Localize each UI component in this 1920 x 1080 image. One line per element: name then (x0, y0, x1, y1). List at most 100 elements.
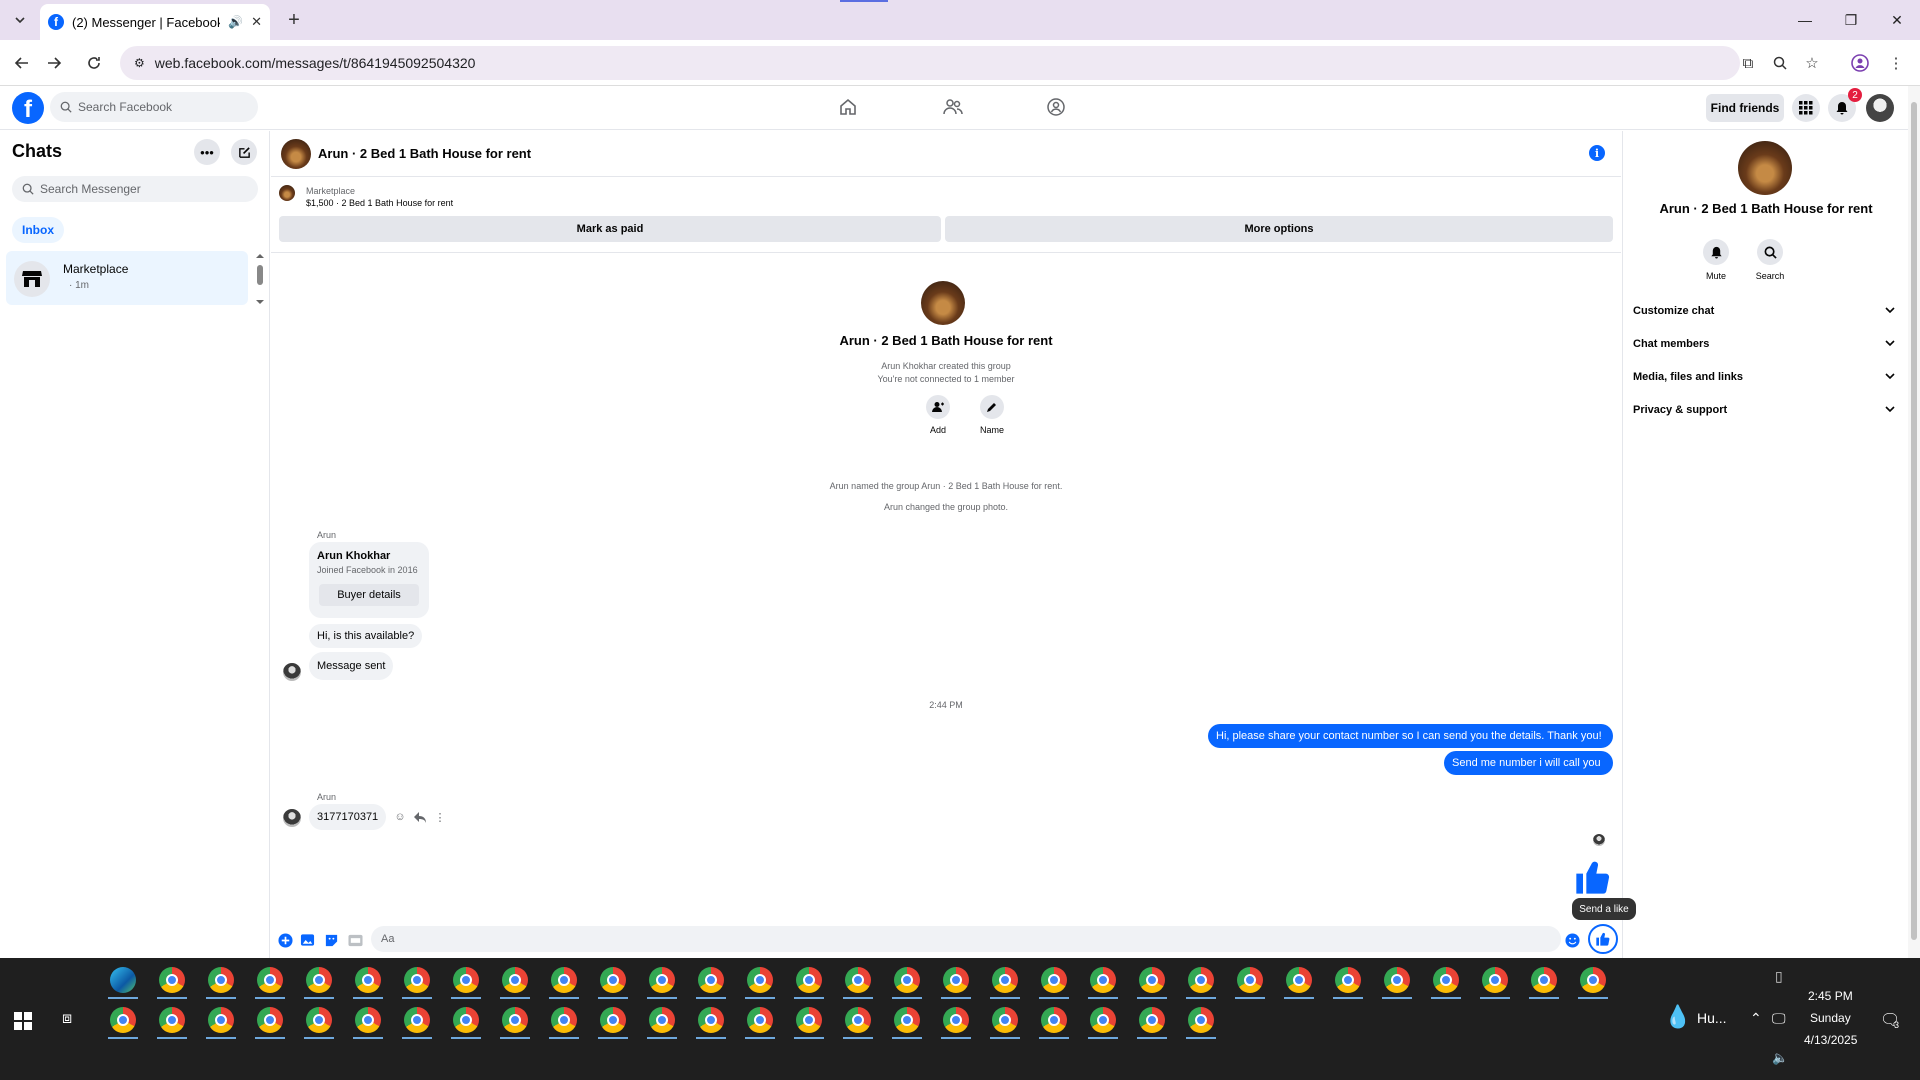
gif-icon[interactable] (347, 932, 363, 948)
page-scrollbar-thumb[interactable] (1911, 102, 1917, 940)
emoji-icon[interactable] (1564, 932, 1580, 948)
chrome-window-icon[interactable] (1041, 1007, 1067, 1033)
chat-list-item-marketplace[interactable]: Marketplace · 1m (6, 251, 248, 305)
chrome-window-icon[interactable] (306, 967, 332, 993)
chrome-window-icon[interactable] (257, 967, 283, 993)
group-avatar[interactable] (281, 139, 311, 169)
conversation-title[interactable]: Arun · 2 Bed 1 Bath House for rent (318, 146, 531, 161)
browser-tab-messenger[interactable]: f (2) Messenger | Facebook 🔊 ✕ (40, 4, 270, 40)
forward-icon[interactable] (42, 51, 66, 75)
chrome-window-icon[interactable] (306, 1007, 332, 1033)
info-icon[interactable]: i (1589, 145, 1605, 161)
chat-list-scrollbar[interactable] (254, 251, 266, 307)
outgoing-message[interactable]: Hi, please share your contact number so … (1208, 724, 1613, 748)
chrome-window-icon[interactable] (1482, 967, 1508, 993)
clock-date[interactable]: 4/13/2025 (1804, 1033, 1857, 1047)
chrome-window-icon[interactable] (502, 1007, 528, 1033)
chat-members-section[interactable]: Chat members (1633, 333, 1895, 355)
search-in-chat-button[interactable]: Search (1750, 239, 1790, 281)
chrome-window-icon[interactable] (992, 1007, 1018, 1033)
chrome-window-icon[interactable] (404, 1007, 430, 1033)
chrome-window-icon[interactable] (1139, 1007, 1165, 1033)
friends-icon[interactable] (933, 92, 973, 122)
restore-button[interactable]: ❐ (1828, 0, 1874, 40)
chrome-window-icon[interactable] (1090, 967, 1116, 993)
chrome-window-icon[interactable] (1580, 967, 1606, 993)
inbox-filter-tab[interactable]: Inbox (12, 217, 64, 243)
chrome-window-icon[interactable] (502, 967, 528, 993)
minimize-button[interactable]: — (1782, 0, 1828, 40)
chrome-window-icon[interactable] (257, 1007, 283, 1033)
chrome-window-icon[interactable] (845, 1007, 871, 1033)
chrome-window-icon[interactable] (551, 967, 577, 993)
chrome-window-icon[interactable] (404, 967, 430, 993)
chrome-window-icon[interactable] (649, 967, 675, 993)
chrome-window-icon[interactable] (1090, 1007, 1116, 1033)
install-app-icon[interactable]: ⧉ (1736, 51, 1760, 75)
chrome-window-icon[interactable] (159, 967, 185, 993)
tab-list-dropdown-icon[interactable] (8, 8, 32, 32)
incoming-message-number[interactable]: 3177170371 (309, 804, 387, 830)
chrome-window-icon[interactable] (943, 967, 969, 993)
chrome-window-icon[interactable] (1237, 967, 1263, 993)
privacy-support-section[interactable]: Privacy & support (1633, 399, 1895, 421)
more-options-button[interactable]: More options (945, 216, 1613, 242)
clock-time[interactable]: 2:45 PM (1808, 989, 1853, 1003)
message-more-icon[interactable]: ⋮ (432, 809, 448, 825)
speaker-icon[interactable]: 🔊 (228, 15, 243, 29)
url-bar[interactable]: ⚙ web.facebook.com/messages/t/8641945092… (120, 46, 1740, 80)
chrome-window-icon[interactable] (1384, 967, 1410, 993)
rename-group-button[interactable]: Name (972, 395, 1012, 435)
volume-icon[interactable]: 🔈 (1772, 1050, 1788, 1066)
task-view-icon[interactable]: ⧈ (62, 1010, 72, 1028)
system-tray-chevron-icon[interactable]: ⌃ (1750, 1010, 1762, 1027)
back-icon[interactable] (10, 51, 34, 75)
page-scrollbar[interactable] (1908, 86, 1920, 958)
chrome-window-icon[interactable] (355, 1007, 381, 1033)
new-message-icon[interactable] (231, 139, 257, 165)
messenger-search-input[interactable]: Search Messenger (12, 176, 258, 202)
groups-icon[interactable] (1036, 92, 1076, 122)
close-window-button[interactable]: ✕ (1874, 0, 1920, 40)
chrome-window-icon[interactable] (1433, 967, 1459, 993)
mute-button[interactable]: Mute (1696, 239, 1736, 281)
chrome-window-icon[interactable] (698, 1007, 724, 1033)
menu-grid-icon[interactable] (1792, 94, 1820, 122)
close-tab-icon[interactable]: ✕ (251, 14, 262, 30)
photo-icon[interactable] (299, 932, 315, 948)
plus-circle-icon[interactable] (277, 932, 293, 948)
chrome-window-icon[interactable] (992, 967, 1018, 993)
chrome-window-icon[interactable] (943, 1007, 969, 1033)
bookmark-star-icon[interactable]: ☆ (1800, 51, 1824, 75)
outgoing-message[interactable]: Send me number i will call you (1444, 751, 1613, 775)
listing-text[interactable]: $1,500 · 2 Bed 1 Bath House for rent (306, 198, 453, 208)
weather-drop-icon[interactable]: 💧 (1664, 1004, 1691, 1030)
chrome-window-icon[interactable] (894, 967, 920, 993)
chrome-window-icon[interactable] (698, 967, 724, 993)
chrome-window-icon[interactable] (1286, 967, 1312, 993)
profile-icon[interactable] (1848, 51, 1872, 75)
tablet-mode-icon[interactable]: ▯ (1775, 968, 1783, 985)
windows-start-icon[interactable] (14, 1012, 32, 1030)
chrome-window-icon[interactable] (600, 1007, 626, 1033)
chrome-window-icon[interactable] (1188, 967, 1214, 993)
chrome-window-icon[interactable] (1531, 967, 1557, 993)
chrome-window-icon[interactable] (1139, 967, 1165, 993)
home-icon[interactable] (828, 92, 868, 122)
clock-day[interactable]: Sunday (1810, 1011, 1851, 1025)
chrome-window-icon[interactable] (894, 1007, 920, 1033)
chrome-window-icon[interactable] (453, 1007, 479, 1033)
facebook-logo-icon[interactable]: f (12, 92, 44, 124)
more-options-icon[interactable]: ••• (194, 139, 220, 165)
browser-menu-icon[interactable]: ⋮ (1884, 51, 1908, 75)
chrome-window-icon[interactable] (1041, 967, 1067, 993)
chrome-window-icon[interactable] (600, 967, 626, 993)
chrome-window-icon[interactable] (649, 1007, 675, 1033)
add-member-button[interactable]: Add (918, 395, 958, 435)
chrome-window-icon[interactable] (845, 967, 871, 993)
chrome-window-icon[interactable] (453, 967, 479, 993)
chrome-window-icon[interactable] (110, 1007, 136, 1033)
buyer-details-button[interactable]: Buyer details (319, 584, 419, 606)
new-tab-button[interactable]: + (282, 8, 306, 32)
mark-as-paid-button[interactable]: Mark as paid (279, 216, 941, 242)
